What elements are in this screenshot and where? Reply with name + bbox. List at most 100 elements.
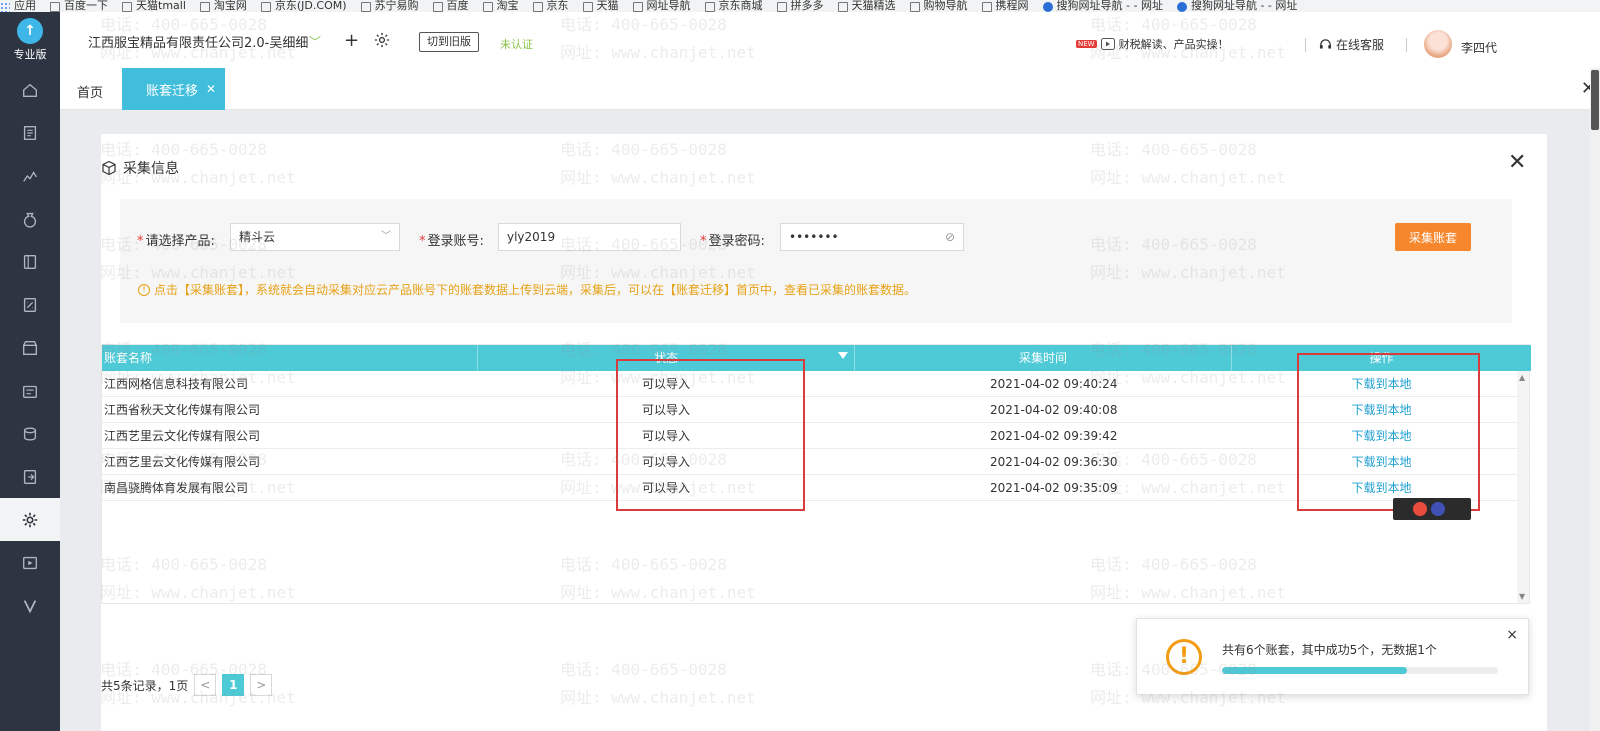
product-label: * 请选择产品: [137,234,215,249]
pagination: 共5条记录，1页 < 1 > [101,674,273,696]
new-badge: NEW [1076,40,1097,48]
prev-page-button[interactable]: < [194,674,217,696]
add-plus-icon[interactable]: + [344,30,359,51]
bookmark-icon [360,2,371,12]
sidebar-item-cashier[interactable] [0,369,60,412]
bookmark-item[interactable]: 淘宝网 [199,0,247,12]
next-page-button[interactable]: > [250,674,273,696]
bookmark-item[interactable]: 搜狗网址导航 - - 网址 [1176,0,1298,12]
bookmark-item[interactable]: 搜狗网址导航 - - 网址 [1042,0,1163,12]
company-dropdown-chevron-icon[interactable]: ﹀ [309,33,321,50]
bookmark-item[interactable]: 百度 [432,0,469,12]
column-header-name[interactable]: 账套名称 [102,345,478,371]
status-cell: 可以导入 [642,429,691,443]
sidebar-item-export[interactable] [0,455,60,498]
product-logo[interactable]: ↑ 专业版 [0,12,60,68]
sidebar-item-video[interactable] [0,541,60,584]
notification-close-icon[interactable]: × [1506,627,1518,643]
news-link[interactable]: NEW 财税解读、产品实操！ [1076,36,1229,52]
bookmark-item[interactable]: 京东(JD.COM) [260,0,347,12]
eye-hidden-icon[interactable]: ⊘ [945,224,955,250]
sidebar-item-tax[interactable] [0,283,60,326]
sidebar-item-home[interactable] [0,68,60,111]
account-label: * 登录账号: [419,234,484,249]
panel-title-text: 采集信息 [123,161,179,177]
tab-close-icon[interactable]: ✕ [206,82,216,96]
bookmark-label: 百度一下 [64,0,108,12]
filter-icon[interactable] [838,352,848,359]
account-input[interactable]: yly2019 [498,223,681,251]
sidebar-item-voucher[interactable] [0,111,60,154]
bookmark-item[interactable]: 苏宁易购 [360,0,419,12]
panel-close-icon[interactable]: ✕ [1508,152,1526,174]
sidebar-item-settings[interactable] [0,498,60,541]
bookmark-item[interactable]: 网址导航 [632,0,691,12]
bookmark-item[interactable]: 应用 [0,0,36,12]
scroll-down-icon[interactable]: ▼ [1519,592,1525,601]
verification-status[interactable]: 未认证 [500,36,533,52]
password-input[interactable]: ••••••• ⊘ [780,223,964,251]
notification-message: 共有6个账套，其中成功5个，无数据1个 [1222,643,1437,657]
bookmark-item[interactable]: 百度一下 [50,0,108,12]
bookmark-icon [632,2,643,12]
status-cell: 可以导入 [642,403,691,417]
tab-home[interactable]: 首页 [77,82,103,101]
tab-account-migration[interactable]: 账套迁移 ✕ [122,68,225,110]
download-local-link[interactable]: 下载到本地 [1232,475,1531,501]
header-gear-icon[interactable] [373,31,391,49]
avatar[interactable] [1424,30,1452,58]
collect-time-cell: 2021-04-02 09:35:09 [990,481,1118,495]
bookmark-item[interactable]: 淘宝 [482,0,519,12]
apps-icon [0,2,10,12]
download-local-link[interactable]: 下载到本地 [1232,423,1531,449]
page-number-button[interactable]: 1 [222,674,245,696]
bookmark-item[interactable]: 购物导航 [909,0,968,12]
bookmark-icon [199,2,210,12]
bookmark-icon [981,2,992,12]
collect-time-cell: 2021-04-02 09:39:42 [990,429,1118,443]
table-row[interactable]: 南昌骁腾体育发展有限公司 可以导入 2021-04-02 09:35:09 下载到本地 [102,475,1531,501]
table-row[interactable]: 江西省秋天文化传媒有限公司 可以导入 2021-04-02 09:40:08 下载到本… [102,397,1531,423]
table-row[interactable]: 江西网格信息科技有限公司 可以导入 2021-04-02 09:40:24 下载到本地 [102,371,1531,397]
bookmark-item[interactable]: 天猫tmall [122,0,186,12]
switch-old-version-button[interactable]: 切到旧版 [419,32,479,52]
sidebar-item-ledger[interactable] [0,240,60,283]
online-service-link[interactable]: 在线客服 [1319,36,1384,53]
bookmark-item[interactable]: 天猫 [582,0,619,12]
page-scrollbar[interactable] [1590,68,1600,731]
download-local-link[interactable]: 下载到本地 [1232,371,1531,397]
company-name[interactable]: 江西服宝精品有限责任公司2.0-吴细细 [88,32,308,51]
progress-bar [1222,667,1498,674]
sidebar-item-money[interactable] [0,197,60,240]
ime-toolbar[interactable] [1393,498,1471,520]
scroll-up-icon[interactable]: ▲ [1519,373,1525,382]
bookmark-item[interactable]: 携程网 [981,0,1029,12]
column-header-action[interactable]: 操作 [1232,345,1531,371]
bookmark-label: 搜狗网址导航 - - 网址 [1190,0,1298,12]
collect-accounts-button[interactable]: 采集账套 [1395,223,1471,251]
table-row[interactable]: 江西艺里云文化传媒有限公司 可以导入 2021-04-02 09:39:42 下载到本… [102,423,1531,449]
bookmark-item[interactable]: 拼多多 [776,0,824,12]
scrollbar-thumb[interactable] [1591,70,1599,130]
bookmark-label: 京东 [546,0,569,12]
bookmark-item[interactable]: 天猫精选 [837,0,896,12]
bookmark-icon [50,2,60,12]
product-select[interactable]: 精斗云 ﹀ [230,223,400,251]
bookmark-icon [532,2,543,12]
account-name-cell: 江西艺里云文化传媒有限公司 [104,455,261,469]
download-local-link[interactable]: 下载到本地 [1232,397,1531,423]
download-local-link[interactable]: 下载到本地 [1232,449,1531,475]
username[interactable]: 李四代 [1461,39,1497,56]
table-row[interactable]: 江西艺里云文化传媒有限公司 可以导入 2021-04-02 09:36:30 下载到本… [102,449,1531,475]
gear-icon [22,512,38,527]
sidebar-item-report[interactable] [0,154,60,197]
bookmark-item[interactable]: 京东商城 [704,0,763,12]
bookmark-item[interactable]: 京东 [532,0,569,12]
sidebar-item-store[interactable] [0,326,60,369]
table-scrollbar[interactable]: ▲ ▼ [1517,371,1529,603]
sidebar-item-coins[interactable] [0,412,60,455]
column-header-time[interactable]: 采集时间 [855,345,1232,371]
ime-lang-icon [1431,502,1445,516]
column-header-status[interactable]: 状态 [478,345,855,371]
sidebar-item-v-logo[interactable] [0,584,60,627]
